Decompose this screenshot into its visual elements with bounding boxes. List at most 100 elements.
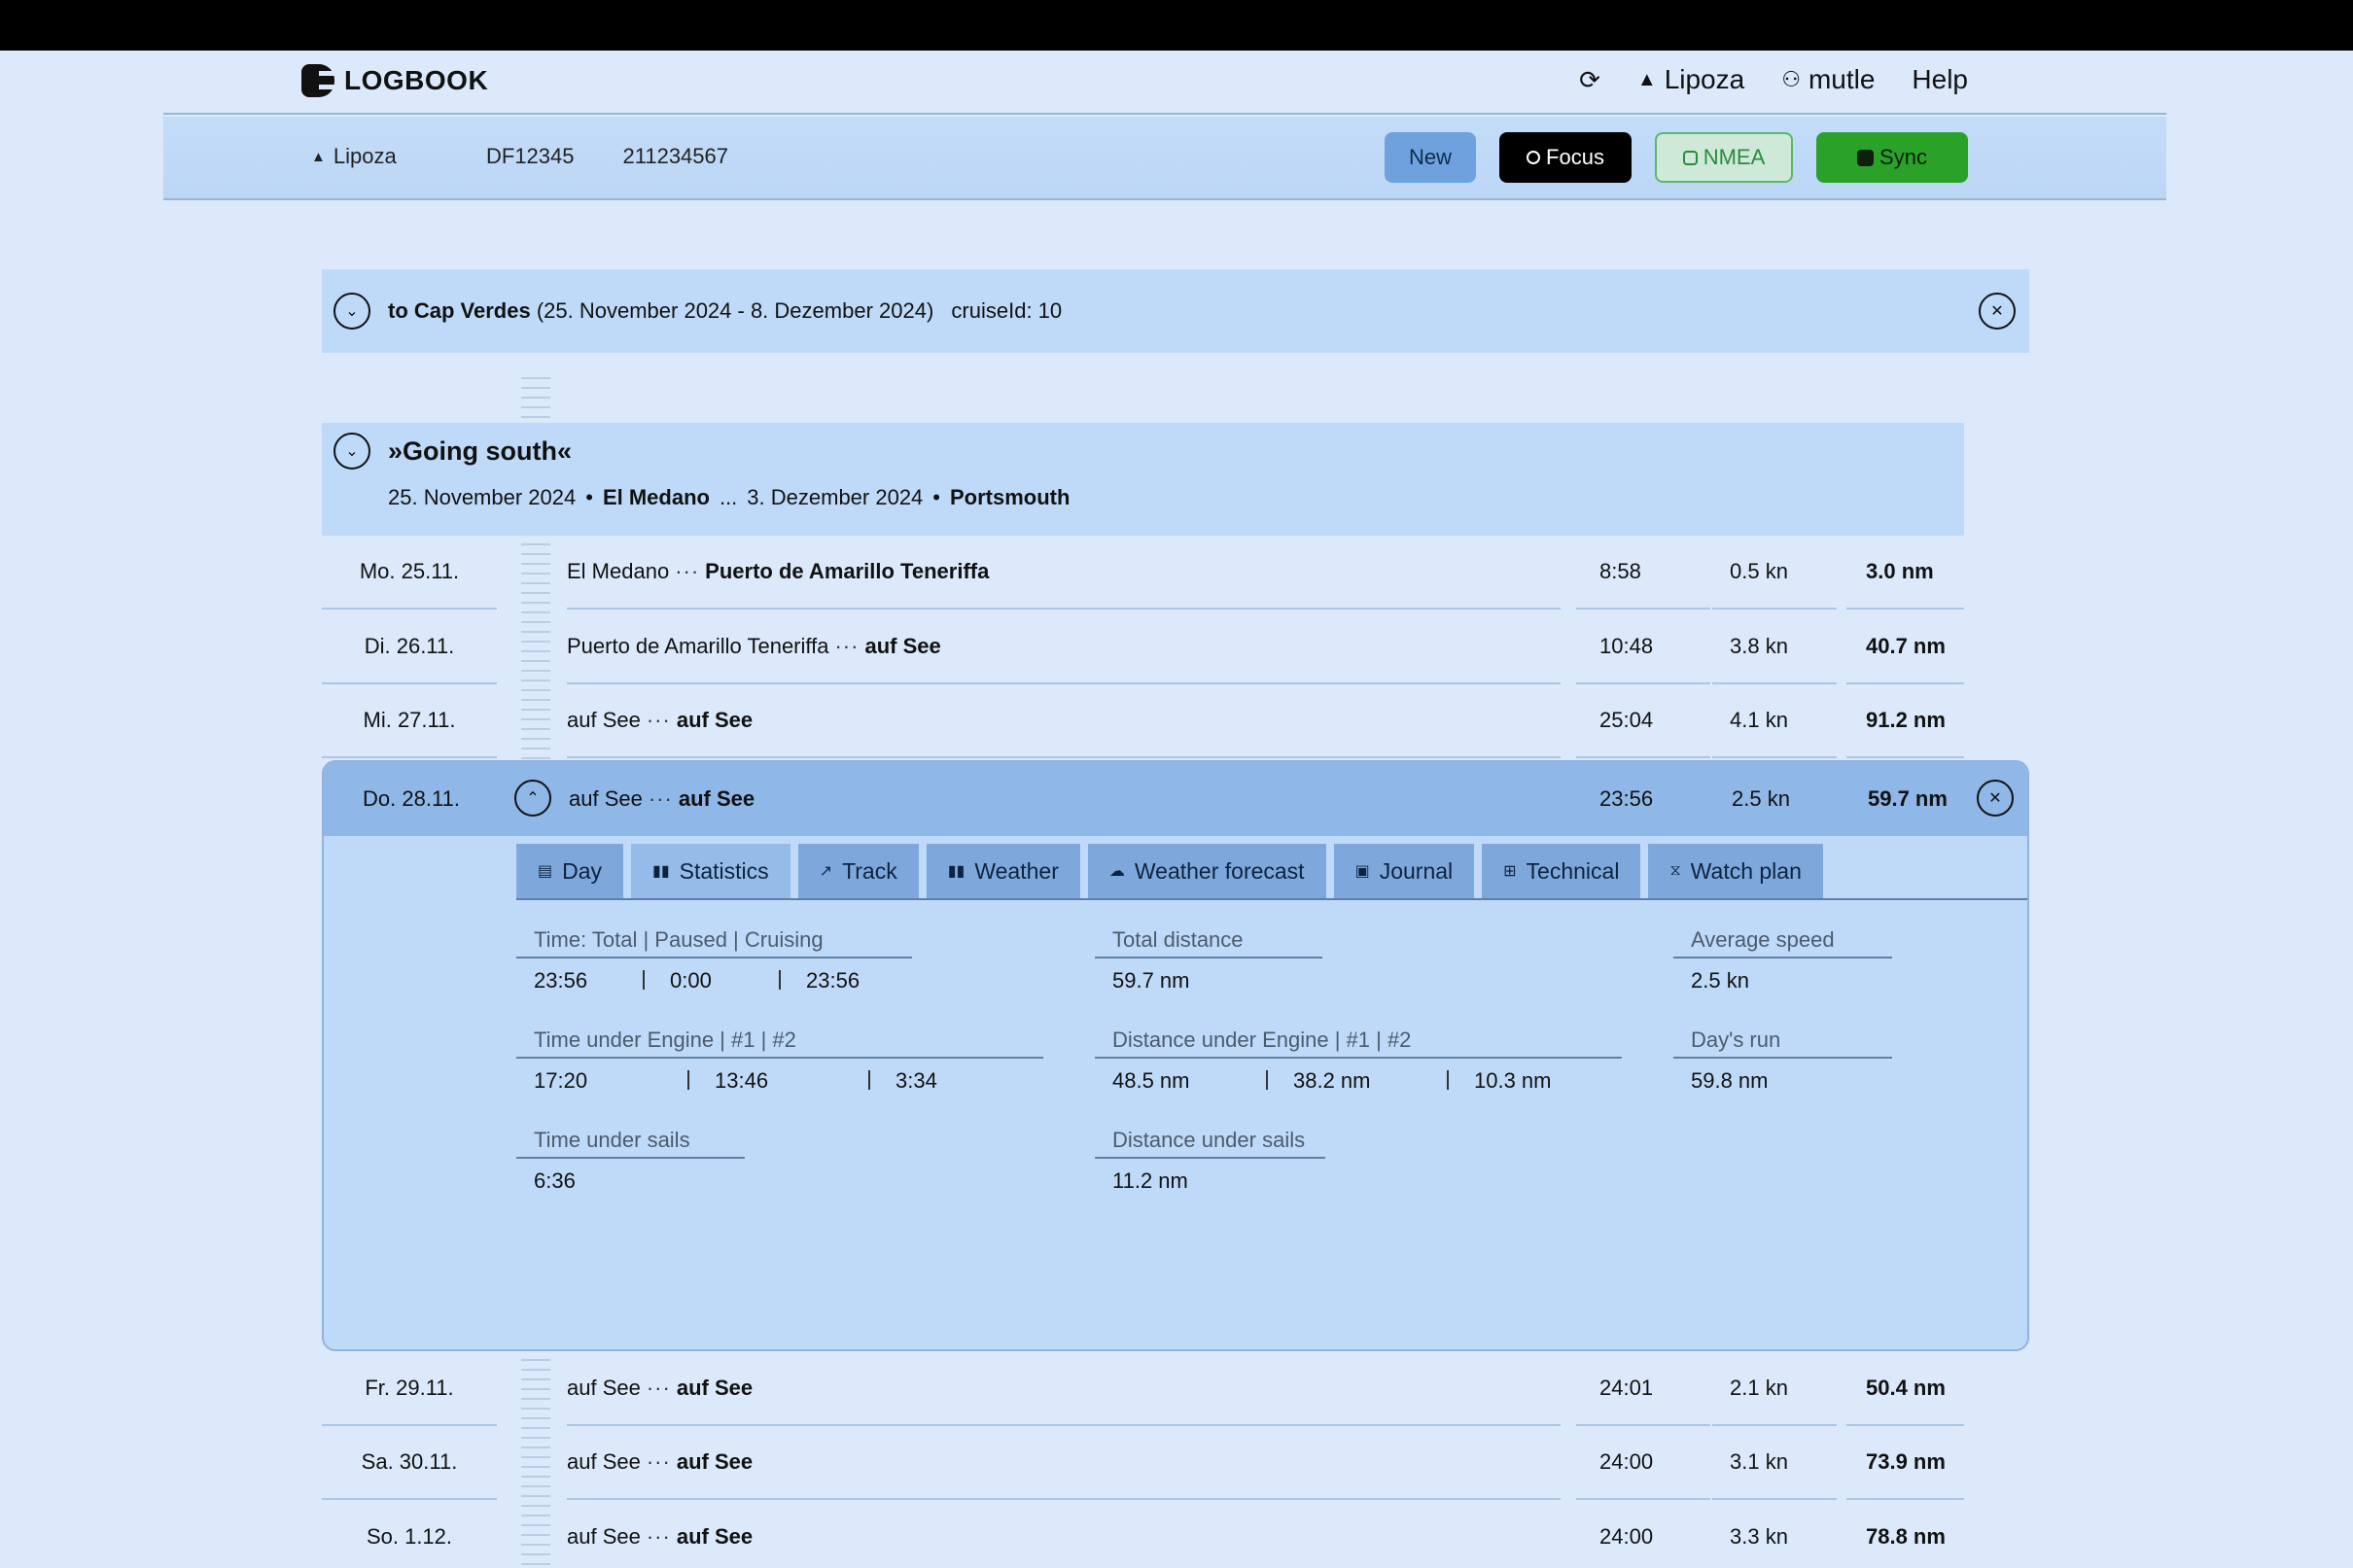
day-close-button[interactable]: ✕ — [1977, 780, 2014, 817]
day-row[interactable]: Di. 26.11. Puerto de Amarillo Teneriffa … — [322, 610, 1964, 684]
tab-label: Technical — [1526, 857, 1620, 884]
cruise-close-button[interactable]: ✕ — [1979, 293, 2016, 330]
stat-label: Total distance — [1095, 927, 1322, 958]
stat-values: 23:56 0:00 23:56 — [516, 958, 912, 993]
nmea-button-label: NMEA — [1703, 145, 1766, 169]
trip-expand-button[interactable]: ⌄ — [334, 433, 370, 470]
stat-value: 59.8 nm — [1691, 1068, 1769, 1093]
stat-value: 0:00 — [670, 968, 712, 993]
day-time: 24:00 — [1576, 1501, 1710, 1568]
tab-weather-forecast[interactable]: ☁ Weather forecast — [1087, 844, 1326, 898]
trip-start-date: 25. November 2024 — [388, 485, 577, 509]
trip-title: »Going south« — [388, 436, 572, 466]
day-time: 24:01 — [1576, 1352, 1710, 1426]
tab-journal[interactable]: ▣ Journal — [1333, 844, 1475, 898]
boat-info: ▲ Lipoza DF12345 211234567 — [311, 144, 728, 169]
track-icon: ↗ — [819, 863, 833, 880]
tab-watch-plan[interactable]: ⧖ Watch plan — [1648, 844, 1823, 898]
stat-value: 11.2 nm — [1112, 1168, 1188, 1193]
tab-technical[interactable]: ⊞ Technical — [1482, 844, 1641, 898]
trip-end-date: 3. Dezember 2024 — [747, 485, 924, 509]
cruise-header: ⌄ to Cap Verdes (25. November 2024 - 8. … — [322, 269, 2029, 353]
window-top-bar — [0, 0, 2353, 51]
cruise-name: to Cap Verdes — [388, 298, 531, 323]
day-distance: 40.7 nm — [1846, 610, 1964, 684]
stat-value: 38.2 nm — [1293, 1068, 1371, 1093]
stat-time-engine: Time under Engine | #1 | #2 17:20 13:46 … — [516, 1028, 1043, 1094]
day-from: auf See — [567, 708, 641, 732]
trip-end-place: Portsmouth — [950, 485, 1071, 509]
stop-square-icon — [1857, 149, 1875, 166]
day-date: So. 1.12. — [322, 1501, 497, 1568]
toolbar-buttons: New Focus NMEA Sync — [1385, 132, 1968, 183]
nav-help[interactable]: Help — [1912, 64, 1968, 95]
day-route: auf See ··· auf See — [569, 762, 755, 836]
day-route: auf See ··· auf See — [567, 1426, 1561, 1500]
day-speed: 3.3 kn — [1712, 1501, 1837, 1568]
new-button-label: New — [1408, 145, 1452, 169]
nmea-button[interactable]: NMEA — [1655, 132, 1793, 183]
cruise-expand-button[interactable]: ⌄ — [334, 293, 370, 330]
stat-average-speed: Average speed 2.5 kn — [1673, 927, 1892, 993]
day-time: 10:48 — [1576, 610, 1710, 684]
tab-label: Weather — [974, 857, 1059, 884]
tab-day[interactable]: ▤ Day — [516, 844, 624, 898]
route-separator: ··· — [648, 786, 673, 811]
day-to: auf See — [676, 1376, 754, 1400]
cruise-id: cruiseId: 10 — [951, 298, 1063, 323]
stat-distance-engine: Distance under Engine | #1 | #2 48.5 nm … — [1095, 1028, 1622, 1094]
nav-boat-label: Lipoza — [1664, 64, 1745, 94]
trip-route: 25. November 2024 • El Medano ... 3. Dez… — [388, 485, 1070, 510]
day-row[interactable]: Mi. 27.11. auf See ··· auf See 25:04 4.1… — [322, 684, 1964, 758]
day-collapse-button[interactable]: ⌃ — [514, 780, 551, 817]
day-route: auf See ··· auf See — [567, 1501, 1561, 1568]
stat-value: 59.7 nm — [1112, 968, 1190, 993]
expanded-day-panel: Do. 28.11. ⌃ auf See ··· auf See 23:56 2… — [322, 760, 2029, 1351]
focus-button-label: Focus — [1546, 145, 1604, 169]
sync-button-label: Sync — [1879, 145, 1927, 169]
sync-button[interactable]: Sync — [1816, 132, 1968, 183]
day-distance: 73.9 nm — [1846, 1426, 1964, 1500]
tab-weather[interactable]: ▮▮ Weather — [926, 844, 1080, 898]
day-from: Puerto de Amarillo Teneriffa — [567, 634, 829, 658]
day-row[interactable]: Mo. 25.11. El Medano ··· Puerto de Amari… — [322, 536, 1964, 610]
trip-ellipsis: ... — [719, 485, 738, 509]
day-row[interactable]: So. 1.12. auf See ··· auf See 24:00 3.3 … — [322, 1501, 1964, 1568]
stat-label: Time under sails — [516, 1128, 745, 1159]
day-row[interactable]: Sa. 30.11. auf See ··· auf See 24:00 3.1… — [322, 1426, 1964, 1500]
stat-values: 48.5 nm 38.2 nm 10.3 nm — [1095, 1059, 1622, 1094]
logbook-logo-icon — [301, 64, 334, 97]
tab-label: Day — [562, 857, 603, 884]
app-name: LOGBOOK — [344, 65, 489, 95]
close-icon: ✕ — [1990, 303, 2004, 320]
tab-statistics[interactable]: ▮▮ Statistics — [631, 844, 790, 898]
expanded-day-row[interactable]: Do. 28.11. ⌃ auf See ··· auf See 23:56 2… — [324, 762, 2027, 836]
stat-label: Day's run — [1673, 1028, 1892, 1059]
refresh-icon[interactable]: ⟳ — [1579, 65, 1600, 95]
trip-start-place: El Medano — [602, 485, 710, 509]
day-time: 23:56 — [1599, 786, 1654, 811]
tab-track[interactable]: ↗ Track — [797, 844, 919, 898]
sailboat-icon: ▲ — [311, 148, 326, 165]
boat-toolbar: ▲ Lipoza DF12345 211234567 New Focus NME… — [163, 117, 2166, 200]
chevron-up-icon: ⌃ — [526, 790, 540, 807]
stat-value: 10.3 nm — [1474, 1068, 1552, 1093]
nav-user-label: mutle — [1808, 64, 1876, 94]
app-logo[interactable]: LOGBOOK — [301, 64, 488, 97]
stat-total-distance: Total distance 59.7 nm — [1095, 927, 1322, 993]
day-route: Puerto de Amarillo Teneriffa ··· auf See — [567, 610, 1561, 684]
day-speed: 3.1 kn — [1712, 1426, 1837, 1500]
stat-label: Average speed — [1673, 927, 1892, 958]
new-button[interactable]: New — [1385, 132, 1476, 183]
focus-button[interactable]: Focus — [1499, 132, 1632, 183]
route-separator: ··· — [675, 559, 700, 583]
day-row[interactable]: Fr. 29.11. auf See ··· auf See 24:01 2.1… — [322, 1352, 1964, 1426]
day-distance: 3.0 nm — [1846, 536, 1964, 610]
stat-distance-sails: Distance under sails 11.2 nm — [1095, 1128, 1325, 1194]
mmsi: 211234567 — [622, 144, 729, 168]
square-icon — [1682, 150, 1698, 165]
toolbar-boat-name: Lipoza — [333, 144, 397, 168]
nav-boat[interactable]: ▲ Lipoza — [1637, 64, 1744, 95]
stat-value: 13:46 — [715, 1068, 769, 1093]
nav-user[interactable]: ⚇ mutle — [1781, 64, 1875, 95]
